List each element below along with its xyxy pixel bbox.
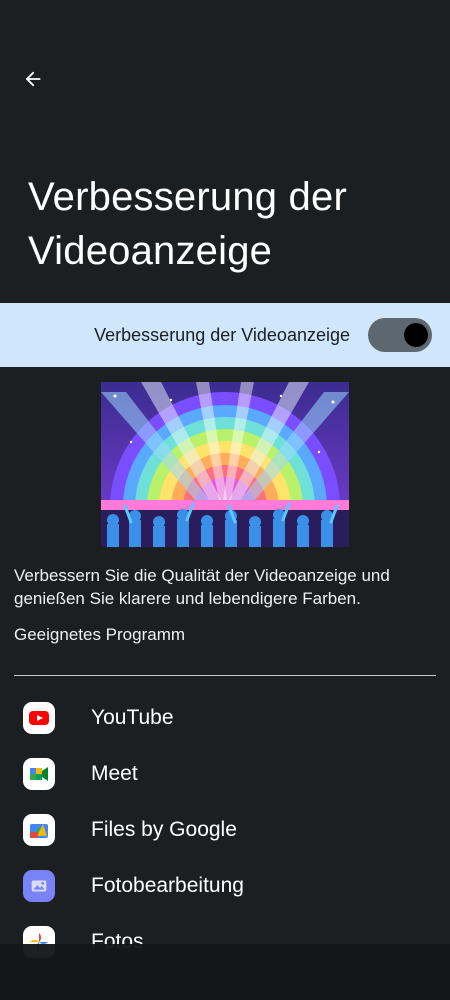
section-label: Geeignetes Programm [14, 625, 186, 644]
arrow-left-icon [25, 71, 41, 87]
app-name: Fotobearbeitung [91, 874, 244, 897]
navigation-bar [0, 944, 450, 1000]
meet-icon [23, 758, 55, 790]
app-list: YouTube Meet Files by Google Fotobearbei… [0, 690, 450, 970]
page-title: Verbesserung der Videoanzeige [28, 175, 347, 273]
youtube-icon [23, 702, 55, 734]
app-item-photo-edit[interactable]: Fotobearbeitung [0, 858, 450, 914]
feature-description: Verbessern Sie die Qualität der Videoanz… [14, 566, 390, 608]
app-item-files[interactable]: Files by Google [0, 802, 450, 858]
app-item-meet[interactable]: Meet [0, 746, 450, 802]
video-enhancement-toggle-row[interactable]: Verbesserung der Videoanzeige [0, 303, 450, 367]
concert-illustration [101, 382, 349, 547]
divider [14, 675, 436, 676]
files-icon [23, 814, 55, 846]
app-item-youtube[interactable]: YouTube [0, 690, 450, 746]
app-name: Files by Google [91, 818, 237, 841]
app-name: YouTube [91, 706, 174, 729]
app-name: Meet [91, 762, 138, 785]
switch-knob [404, 323, 428, 347]
back-button[interactable] [18, 64, 48, 94]
toggle-label: Verbesserung der Videoanzeige [94, 324, 350, 345]
photo-edit-icon [23, 870, 55, 902]
video-enhancement-switch[interactable] [368, 318, 432, 352]
